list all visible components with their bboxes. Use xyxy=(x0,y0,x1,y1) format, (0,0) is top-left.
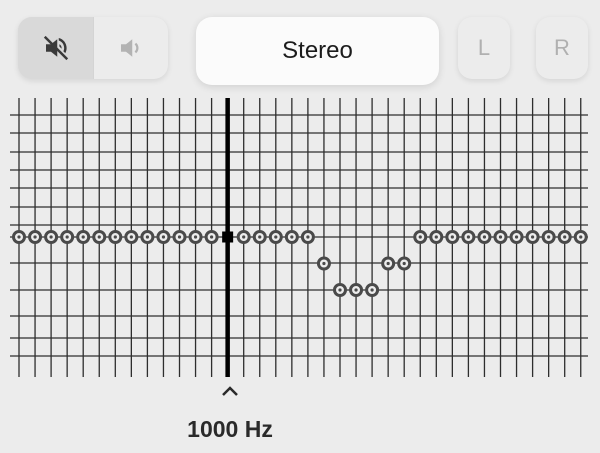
band-handle[interactable] xyxy=(204,230,219,244)
band-handle[interactable] xyxy=(252,230,267,244)
frequency-indicator: 1000 Hz xyxy=(180,383,280,443)
right-channel-label: R xyxy=(554,35,570,60)
selected-band-handle[interactable] xyxy=(222,231,234,243)
band-handle[interactable] xyxy=(108,230,123,244)
frequency-label: 1000 Hz xyxy=(187,416,273,442)
left-channel-button[interactable]: L xyxy=(458,17,510,79)
caret-up-icon xyxy=(222,386,238,396)
band-handle[interactable] xyxy=(557,230,572,244)
mute-toggle-group xyxy=(18,17,168,79)
band-handle[interactable] xyxy=(413,230,428,244)
band-handle[interactable] xyxy=(140,230,155,244)
left-channel-label: L xyxy=(477,35,491,60)
band-handle[interactable] xyxy=(300,230,315,244)
band-handle[interactable] xyxy=(365,283,380,297)
band-handle[interactable] xyxy=(76,230,91,244)
equalizer-grid[interactable] xyxy=(0,90,600,390)
speaker-muted-icon xyxy=(43,35,68,61)
band-handle[interactable] xyxy=(573,230,588,244)
band-handle[interactable] xyxy=(284,230,299,244)
band-handle[interactable] xyxy=(525,230,540,244)
channel-mode-button[interactable]: Stereo xyxy=(196,17,439,85)
unmute-button[interactable] xyxy=(93,17,168,79)
band-handle[interactable] xyxy=(477,230,492,244)
band-handle[interactable] xyxy=(509,230,524,244)
band-handle[interactable] xyxy=(156,230,171,244)
band-handle[interactable] xyxy=(188,230,203,244)
band-handle[interactable] xyxy=(236,230,251,244)
band-handle[interactable] xyxy=(124,230,139,244)
band-handle[interactable] xyxy=(461,230,476,244)
band-handle[interactable] xyxy=(349,283,364,297)
channel-mode-label: Stereo xyxy=(282,37,353,64)
band-handle[interactable] xyxy=(541,230,556,244)
band-handle[interactable] xyxy=(92,230,107,244)
band-handle[interactable] xyxy=(397,256,412,271)
band-handle[interactable] xyxy=(172,230,187,244)
mute-button[interactable] xyxy=(18,17,93,79)
right-channel-button[interactable]: R xyxy=(536,17,588,79)
toolbar: Stereo L R xyxy=(0,0,600,90)
band-handle[interactable] xyxy=(12,230,26,244)
band-handle[interactable] xyxy=(268,230,283,244)
band-handle[interactable] xyxy=(333,283,347,297)
speaker-on-icon xyxy=(121,39,139,57)
band-handle[interactable] xyxy=(445,230,460,244)
band-handle[interactable] xyxy=(381,256,396,271)
band-handle[interactable] xyxy=(44,230,59,244)
band-handle[interactable] xyxy=(28,230,43,244)
band-handle[interactable] xyxy=(493,230,508,244)
band-handle[interactable] xyxy=(429,230,444,244)
band-handle[interactable] xyxy=(316,256,331,271)
band-handle[interactable] xyxy=(60,230,75,244)
